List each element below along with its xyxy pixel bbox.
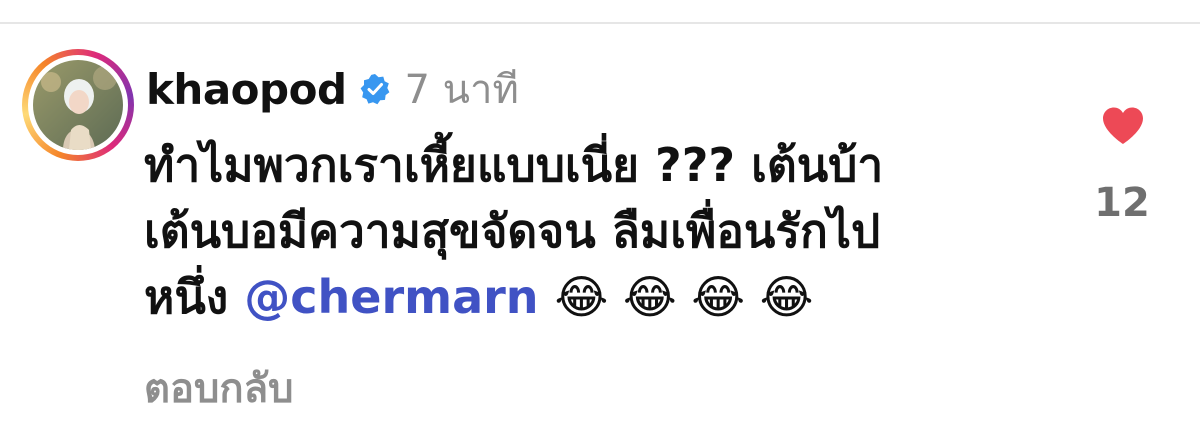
like-area: 12	[1076, 100, 1168, 230]
top-divider	[0, 22, 1200, 24]
avatar[interactable]	[22, 49, 134, 161]
comment-text: ทำไมพวกเราเหี้ยแบบเนี่ย ??? เต้นบ้า เต้น…	[144, 132, 1004, 330]
comment-line-3-prefix: หนึ่ง	[144, 270, 229, 324]
comment-line-1: ทำไมพวกเราเหี้ยแบบเนี่ย ??? เต้นบ้า	[144, 138, 884, 192]
reply-button[interactable]: ตอบกลับ	[144, 356, 294, 420]
comment-line-2: เต้นบอมีความสุขจัดจน ลืมเพื่อนรักไป	[144, 204, 881, 258]
like-count[interactable]: 12	[1076, 180, 1168, 226]
username-link[interactable]: khaopod	[146, 65, 347, 114]
comment-line-3: หนึ่ง @chermarn 😂 😂 😂 😂	[144, 264, 1004, 330]
timestamp[interactable]: 7 นาที	[405, 57, 519, 121]
verified-badge-icon	[359, 73, 391, 105]
comment-header: khaopod 7 นาที	[146, 64, 519, 114]
laughing-crying-emoji-icons: 😂 😂 😂 😂	[554, 270, 814, 324]
mention-link[interactable]: @chermarn	[244, 270, 538, 324]
heart-icon[interactable]	[1101, 106, 1145, 146]
avatar-photo	[33, 60, 123, 150]
